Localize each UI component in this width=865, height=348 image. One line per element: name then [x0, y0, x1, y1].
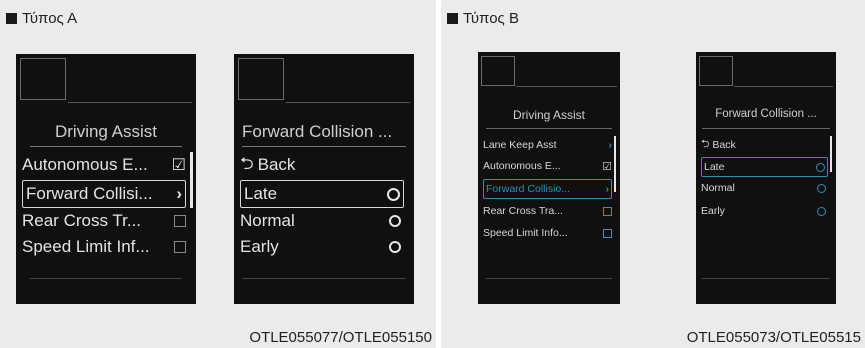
menu-item-label: Forward Collisio...: [486, 183, 571, 195]
menu-item-label: Rear Cross Tra...: [483, 205, 563, 217]
thumbnail-frame: [20, 58, 66, 100]
type-b-panel: Τύπος Β Driving Assist Lane Keep Asst › …: [441, 0, 865, 348]
menu-item-label: Rear Cross Tr...: [22, 211, 142, 230]
radio-icon[interactable]: [389, 215, 401, 227]
menu-item-rear-cross-traffic[interactable]: Rear Cross Tra...: [483, 202, 612, 220]
type-a-forward-collision-screen: Forward Collision ... ⮌ Back Late Normal…: [234, 54, 414, 304]
radio-icon[interactable]: [817, 183, 826, 193]
radio-icon[interactable]: [389, 241, 401, 253]
square-bullet-icon: [6, 13, 17, 24]
divider: [486, 128, 612, 129]
type-a-image-code: OTLE055077/OTLE055150: [249, 329, 432, 346]
option-label: Late: [244, 184, 278, 203]
scrollbar[interactable]: [614, 136, 616, 192]
divider: [702, 278, 830, 279]
type-b-heading: Τύπος Β: [447, 10, 519, 27]
thumbnail-frame: [699, 56, 733, 86]
back-arrow-icon: ⮌: [701, 138, 710, 150]
menu-item-label: Lane Keep Asst: [483, 139, 557, 151]
menu-item-label: Autonomous E...: [483, 160, 561, 172]
screen-title: Forward Collision ...: [715, 108, 817, 120]
checkbox-icon[interactable]: [603, 206, 612, 216]
divider: [702, 128, 830, 129]
menu-item-label: Speed Limit Inf...: [22, 237, 150, 256]
menu-item-speed-limit[interactable]: Speed Limit Info...: [483, 224, 612, 242]
thumbnail-frame: [481, 56, 515, 86]
option-early[interactable]: Early: [240, 234, 404, 260]
checkbox-icon[interactable]: [174, 215, 186, 227]
divider: [242, 146, 406, 147]
radio-icon[interactable]: [817, 206, 826, 216]
back-label: Back: [712, 139, 736, 151]
checked-checkbox-icon[interactable]: ☑: [172, 155, 186, 175]
divider: [734, 86, 833, 87]
divider: [516, 86, 617, 87]
option-early[interactable]: Early: [701, 202, 828, 220]
menu-item-label: Forward Collisi...: [26, 184, 153, 203]
type-b-image-code: OTLE055073/OTLE05515: [686, 329, 861, 346]
option-label: Early: [701, 205, 725, 217]
type-a-panel: Τύπος Α Driving Assist Autonomous E... ☑…: [0, 0, 436, 348]
option-label: Normal: [240, 211, 295, 230]
screen-title: Driving Assist: [512, 108, 586, 122]
scrollbar[interactable]: [830, 136, 832, 172]
radio-selected-icon[interactable]: [816, 162, 825, 172]
checkbox-icon[interactable]: [174, 241, 186, 253]
option-label: Late: [704, 161, 725, 173]
menu-item-rear-cross-traffic[interactable]: Rear Cross Tr...: [22, 208, 186, 234]
back-button[interactable]: ⮌ Back: [240, 152, 404, 178]
divider: [486, 278, 612, 279]
divider: [30, 278, 182, 279]
thumbnail-frame: [238, 58, 284, 100]
divider: [242, 278, 406, 279]
radio-selected-icon[interactable]: [387, 187, 400, 201]
back-arrow-icon: ⮌: [240, 153, 254, 173]
divider: [286, 102, 410, 103]
chevron-right-icon: ›: [608, 139, 613, 151]
type-b-driving-assist-screen: Driving Assist Lane Keep Asst › Autonomo…: [478, 52, 620, 304]
type-b-label: Τύπος Β: [463, 10, 519, 27]
chevron-right-icon: ›: [605, 183, 610, 195]
chevron-right-icon: ›: [176, 184, 182, 203]
screen-title: Forward Collision ...: [242, 122, 393, 141]
back-button[interactable]: ⮌ Back: [701, 136, 828, 154]
menu-item-label: Speed Limit Info...: [483, 227, 568, 239]
divider: [30, 146, 182, 147]
option-normal[interactable]: Normal: [240, 208, 404, 234]
checked-checkbox-icon[interactable]: ☑: [602, 160, 612, 173]
option-late[interactable]: Late: [701, 157, 828, 177]
option-label: Early: [240, 237, 279, 256]
type-a-heading: Τύπος Α: [6, 10, 77, 27]
divider: [68, 102, 192, 103]
square-bullet-icon: [447, 13, 458, 24]
type-a-driving-assist-screen: Driving Assist Autonomous E... ☑ Forward…: [16, 54, 196, 304]
scrollbar[interactable]: [190, 152, 193, 208]
menu-item-autonomous-emergency[interactable]: Autonomous E... ☑: [483, 157, 612, 175]
menu-item-forward-collision[interactable]: Forward Collisio... ›: [483, 179, 612, 199]
menu-item-label: Autonomous E...: [22, 155, 148, 174]
menu-item-lane-keep-assist[interactable]: Lane Keep Asst ›: [483, 136, 612, 154]
checkbox-icon[interactable]: [603, 228, 612, 238]
option-normal[interactable]: Normal: [701, 179, 828, 197]
type-a-label: Τύπος Α: [22, 10, 78, 27]
menu-item-forward-collision[interactable]: Forward Collisi... ›: [22, 180, 186, 208]
menu-item-speed-limit[interactable]: Speed Limit Inf...: [22, 234, 186, 260]
screen-title: Driving Assist: [54, 122, 158, 141]
option-late[interactable]: Late: [240, 180, 404, 208]
type-b-forward-collision-screen: Forward Collision ... ⮌ Back Late Normal…: [696, 52, 836, 304]
option-label: Normal: [701, 182, 735, 194]
menu-item-autonomous-emergency[interactable]: Autonomous E... ☑: [22, 152, 186, 178]
back-label: Back: [257, 155, 296, 174]
